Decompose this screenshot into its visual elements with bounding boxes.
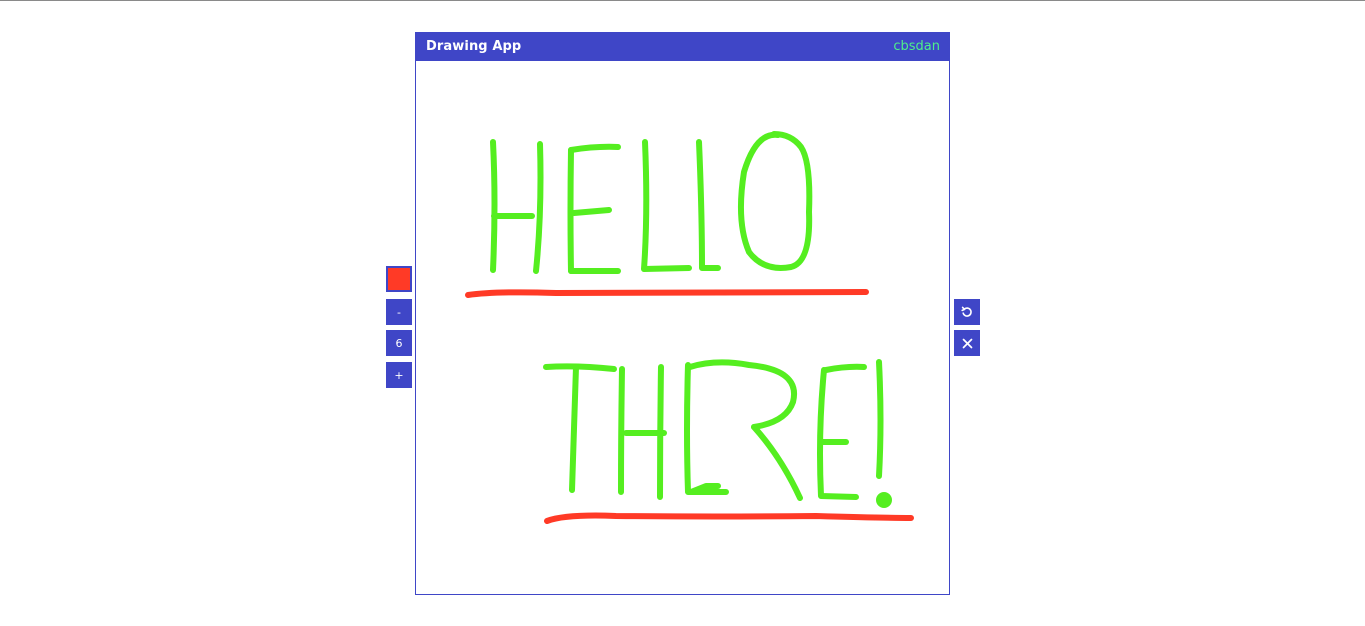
current-color-swatch — [388, 268, 410, 290]
green-strokes-hello — [490, 131, 813, 274]
clear-canvas-button[interactable] — [954, 330, 980, 356]
app-header: Drawing App cbsdan — [416, 33, 949, 61]
drawing-canvas[interactable] — [416, 62, 949, 594]
drawing-app-window: Drawing App cbsdan — [415, 32, 950, 595]
undo-icon — [961, 306, 973, 318]
green-strokes-there — [543, 359, 892, 508]
undo-button[interactable] — [954, 299, 980, 325]
brush-size-value: 6 — [386, 330, 412, 356]
close-icon — [962, 338, 973, 349]
app-title: Drawing App — [426, 39, 522, 54]
increase-size-button[interactable]: + — [386, 362, 412, 388]
username: cbsdan — [893, 39, 940, 54]
decrease-size-button[interactable]: - — [386, 299, 412, 325]
top-border — [0, 0, 1365, 1]
color-picker[interactable] — [386, 266, 412, 292]
canvas-drawing — [465, 131, 914, 524]
